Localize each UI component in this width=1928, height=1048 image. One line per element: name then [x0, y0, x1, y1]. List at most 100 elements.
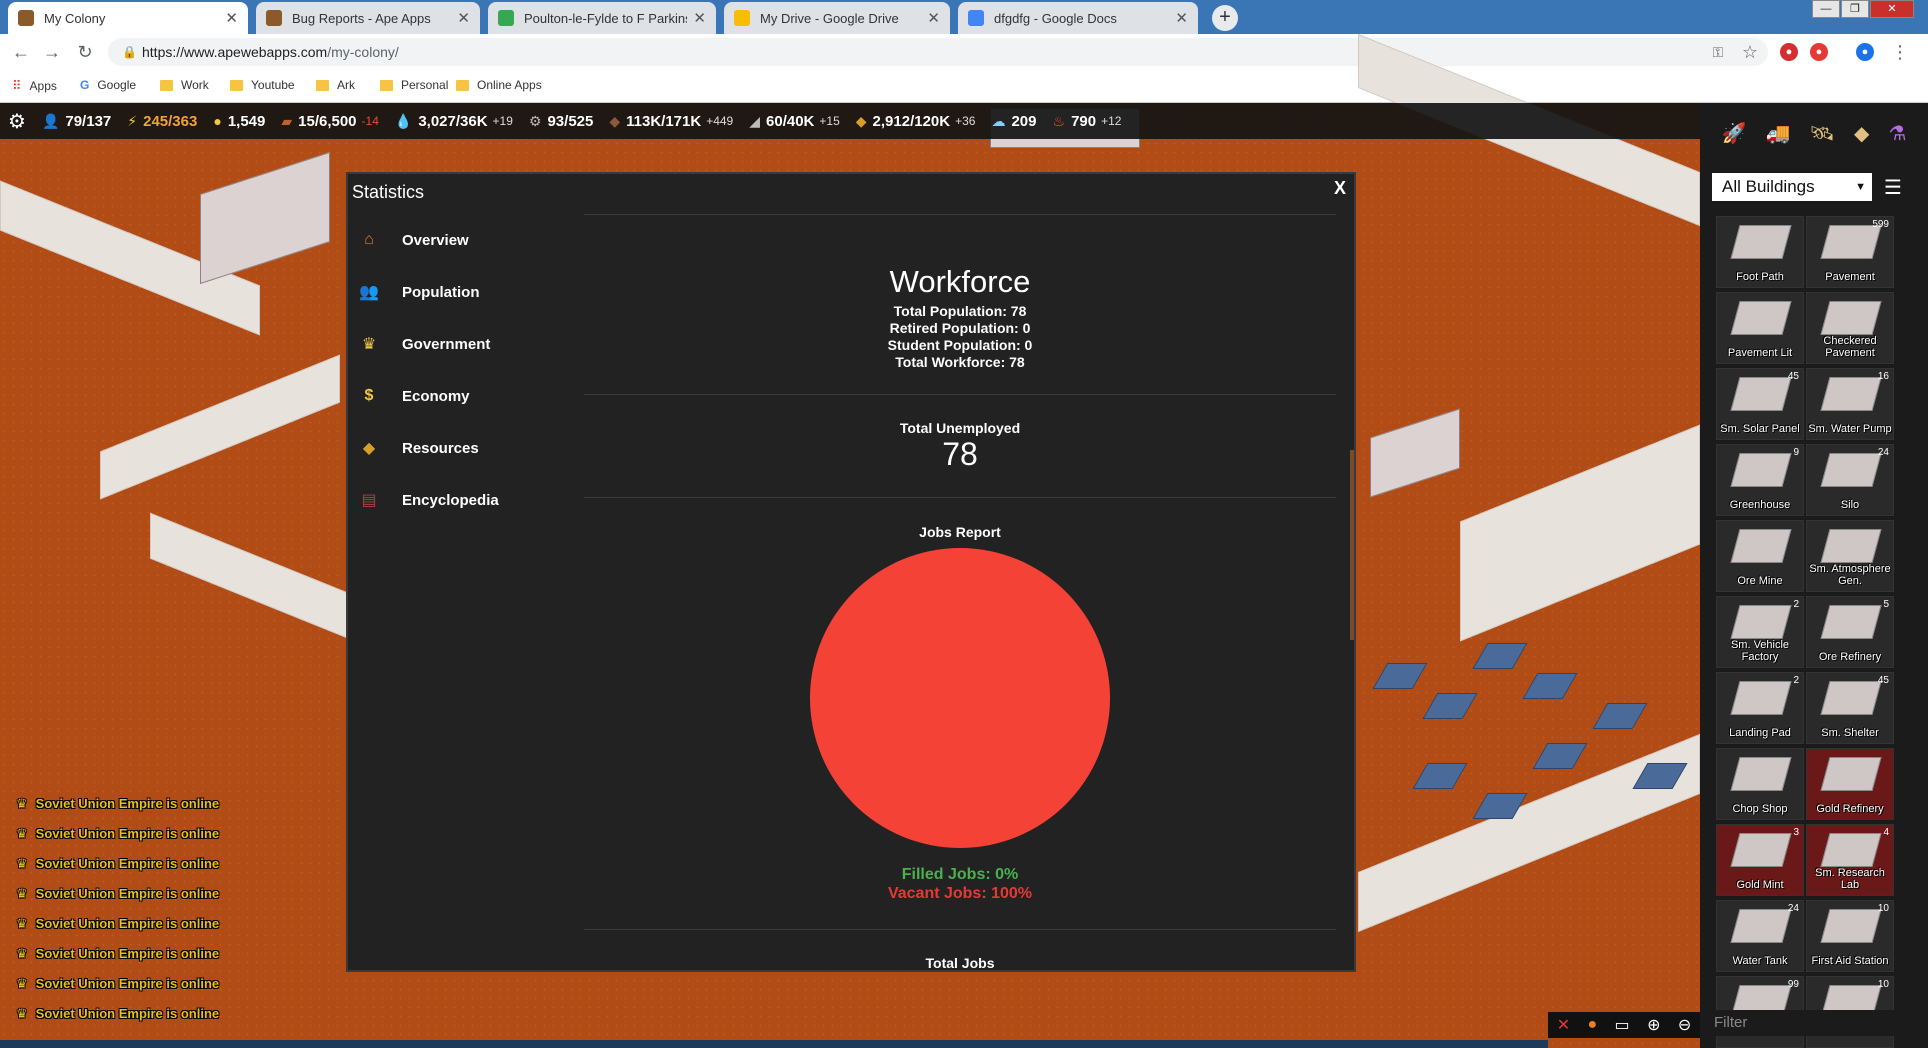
satellite-icon[interactable]: 🛰: [1810, 121, 1835, 146]
bookmark-youtube[interactable]: Youtube: [230, 78, 295, 92]
tab-close-icon[interactable]: ✕: [1175, 9, 1188, 27]
divider: [584, 929, 1336, 930]
back-arrow-icon[interactable]: ←: [11, 42, 31, 62]
extension-icon[interactable]: ●: [1780, 43, 1798, 61]
building-label: Chop Shop: [1732, 803, 1788, 815]
resource-fire[interactable]: ♨ 790 +12: [1053, 113, 1122, 130]
modal-scrollbar[interactable]: [1350, 450, 1354, 640]
address-bar[interactable]: 🔒 https://www.apewebapps.com/my-colony/: [108, 38, 1768, 66]
resource-water[interactable]: 💧 3,027/36K +19: [395, 113, 513, 130]
building-thumbnail: [1730, 301, 1792, 335]
resource-power[interactable]: ⚡ 245/363: [127, 113, 197, 130]
resource-ore[interactable]: ▰ 15/6,500 -14: [281, 113, 379, 130]
extension-icon[interactable]: ●: [1856, 43, 1874, 61]
new-tab-button[interactable]: +: [1212, 5, 1238, 31]
bookmark-ark[interactable]: Ark: [316, 78, 355, 92]
building-item[interactable]: 3 Gold Mint: [1716, 824, 1804, 896]
building-item[interactable]: 599 Pavement: [1806, 216, 1894, 288]
flask-icon[interactable]: ⚗: [1889, 121, 1907, 146]
nav-economy[interactable]: $ Economy: [358, 370, 528, 422]
building-item[interactable]: 45 Sm. Solar Panel: [1716, 368, 1804, 440]
vehicle-icon[interactable]: 🚚: [1766, 121, 1791, 146]
nav-government[interactable]: ♛ Government: [358, 318, 528, 370]
resource-delta: -14: [361, 114, 379, 128]
forward-arrow-icon[interactable]: →: [42, 42, 62, 62]
resource-oxygen[interactable]: ☁ 209: [991, 113, 1036, 130]
nav-resources[interactable]: ◆ Resources: [358, 422, 528, 474]
browser-tab[interactable]: Bug Reports - Ape Apps ✕: [256, 2, 480, 34]
minimize-button[interactable]: —: [1812, 0, 1840, 18]
tab-close-icon[interactable]: ✕: [225, 9, 238, 27]
building-item[interactable]: 24 Water Tank: [1716, 900, 1804, 972]
zoom-out-icon[interactable]: ⊖: [1678, 1015, 1691, 1035]
building-item[interactable]: 2 Sm. Vehicle Factory: [1716, 596, 1804, 668]
building-label: Ore Mine: [1737, 575, 1783, 587]
nav-encyclopedia[interactable]: ▤ Encyclopedia: [358, 474, 528, 526]
star-icon[interactable]: ☆: [1740, 42, 1760, 62]
building-item[interactable]: Gold Refinery: [1806, 748, 1894, 820]
bookmark-apps[interactable]: ⠿ Apps: [12, 78, 57, 94]
resource-population[interactable]: 👤 79/137: [42, 113, 111, 130]
browser-tab[interactable]: Poulton-le-Fylde to F Parkinson L ✕: [488, 2, 716, 34]
building-item[interactable]: Pavement Lit: [1716, 292, 1804, 364]
extension-icon[interactable]: ●: [1810, 43, 1828, 61]
aluminum-icon: ◢: [749, 112, 761, 129]
building-item[interactable]: Foot Path: [1716, 216, 1804, 288]
zoom-in-icon[interactable]: ⊕: [1647, 1015, 1660, 1035]
screen-icon[interactable]: ▭: [1615, 1015, 1630, 1035]
building-item[interactable]: Checkered Pavement: [1806, 292, 1894, 364]
tab-close-icon[interactable]: ✕: [927, 9, 940, 27]
building-item[interactable]: 9 Greenhouse: [1716, 444, 1804, 516]
building[interactable]: [200, 151, 330, 285]
resource-gold[interactable]: ◆ 2,912/120K +36: [856, 113, 976, 130]
solar-panel: [1372, 663, 1428, 689]
crown-icon: ♛: [16, 796, 28, 811]
nav-population[interactable]: 👥 Population: [358, 266, 528, 318]
building-filter-input[interactable]: Filter: [1700, 1010, 1928, 1036]
path-tile: [1460, 424, 1700, 642]
close-icon[interactable]: ✕: [1557, 1015, 1570, 1035]
building-item[interactable]: 24 Silo: [1806, 444, 1894, 516]
resource-regolith[interactable]: ◆ 113K/171K +449: [609, 113, 733, 130]
bookmark-work[interactable]: Work: [160, 78, 209, 92]
browser-tab[interactable]: My Colony ✕: [8, 2, 248, 34]
resource-gear-resource[interactable]: ⚙ 93/525: [529, 113, 593, 130]
building-item[interactable]: 4 Sm. Research Lab: [1806, 824, 1894, 896]
crown-icon: ♛: [16, 856, 28, 871]
nav-overview[interactable]: ⌂ Overview: [358, 214, 528, 266]
rocket-icon[interactable]: 🚀: [1722, 121, 1747, 146]
build-category-bar: 🚀 🚚 🛰 ◆ ⚗: [1700, 103, 1928, 163]
building-item[interactable]: Chop Shop: [1716, 748, 1804, 820]
bookmark-google[interactable]: G Google: [80, 78, 136, 92]
building-item[interactable]: 5 Ore Refinery: [1806, 596, 1894, 668]
maximize-button[interactable]: ❐: [1841, 0, 1869, 18]
tab-close-icon[interactable]: ✕: [693, 9, 706, 27]
building-item[interactable]: 2 Landing Pad: [1716, 672, 1804, 744]
browser-tab[interactable]: My Drive - Google Drive ✕: [724, 2, 950, 34]
tab-close-icon[interactable]: ✕: [457, 9, 470, 27]
bookmark-personal[interactable]: Personal: [380, 78, 448, 92]
list-view-icon[interactable]: ☰: [1884, 175, 1902, 200]
building-item[interactable]: Ore Mine: [1716, 520, 1804, 592]
building-label: Sm. Solar Panel: [1720, 423, 1800, 435]
building-count: 5: [1883, 599, 1889, 610]
settings-gear-icon[interactable]: ⚙: [8, 109, 26, 134]
building-item[interactable]: 45 Sm. Shelter: [1806, 672, 1894, 744]
window-close-button[interactable]: ✕: [1870, 0, 1914, 18]
key-icon[interactable]: ⚿: [1708, 42, 1728, 62]
nav-label: Resources: [402, 439, 479, 457]
building-item[interactable]: 10 First Aid Station: [1806, 900, 1894, 972]
reload-icon[interactable]: ↻: [75, 42, 95, 62]
bookmark-online-apps[interactable]: Online Apps: [456, 78, 542, 92]
building-item[interactable]: Sm. Atmosphere Gen.: [1806, 520, 1894, 592]
browser-tab[interactable]: dfgdfg - Google Docs ✕: [958, 2, 1198, 34]
resource-money[interactable]: ● 1,549: [213, 113, 265, 130]
chat-icon[interactable]: ●: [1587, 1016, 1597, 1034]
menu-kebab-icon[interactable]: ⋮: [1890, 42, 1910, 62]
hat-icon[interactable]: ◆: [1854, 121, 1869, 146]
building[interactable]: [1370, 408, 1460, 498]
building-filter-select[interactable]: All Buildings ▼: [1712, 173, 1872, 201]
building-item[interactable]: 16 Sm. Water Pump: [1806, 368, 1894, 440]
modal-close-button[interactable]: X: [1334, 178, 1346, 199]
resource-aluminum[interactable]: ◢ 60/40K +15: [749, 113, 840, 130]
